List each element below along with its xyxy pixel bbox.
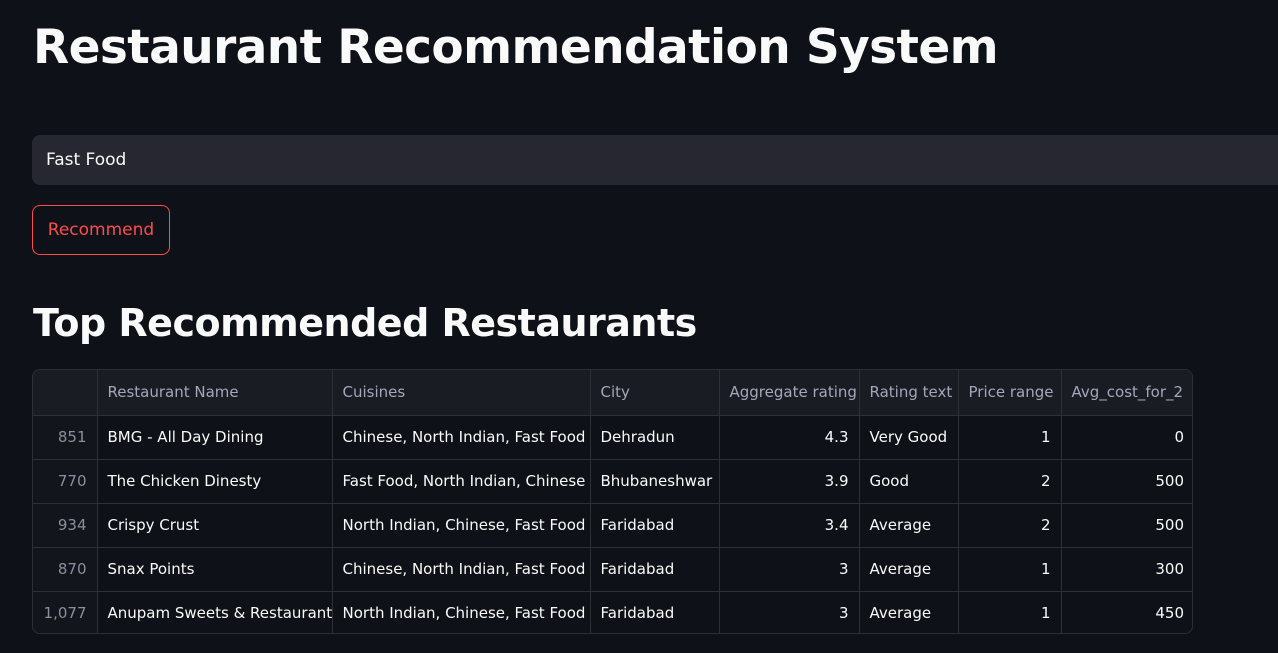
cell-restaurant-name[interactable]: The Chicken Dinesty bbox=[97, 459, 333, 504]
column-header-cuisines[interactable]: Cuisines bbox=[332, 370, 591, 416]
cell-restaurant-name[interactable]: Snax Points bbox=[97, 547, 333, 592]
row-index[interactable]: 770 bbox=[33, 459, 98, 504]
column-header-aggregate-rating[interactable]: Aggregate rating bbox=[719, 370, 860, 416]
cell-city[interactable]: Faridabad bbox=[590, 503, 720, 548]
cell-avg-cost[interactable]: 450 bbox=[1061, 591, 1192, 633]
cell-restaurant-name[interactable]: Crispy Crust bbox=[97, 503, 333, 548]
cell-avg-cost[interactable]: 0 bbox=[1061, 415, 1192, 460]
cell-rating-text[interactable]: Average bbox=[859, 591, 959, 633]
row-index[interactable]: 851 bbox=[33, 415, 98, 460]
cell-cuisines[interactable]: North Indian, Chinese, Fast Food bbox=[332, 591, 591, 633]
row-index[interactable]: 934 bbox=[33, 503, 98, 548]
page-title: Restaurant Recommendation System bbox=[33, 20, 999, 75]
cell-restaurant-name[interactable]: Anupam Sweets & Restaurant bbox=[97, 591, 333, 633]
cell-price-range[interactable]: 1 bbox=[958, 415, 1062, 460]
cell-restaurant-name[interactable]: BMG - All Day Dining bbox=[97, 415, 333, 460]
column-header-avg-cost[interactable]: Avg_cost_for_2 bbox=[1061, 370, 1192, 416]
cell-aggregate-rating[interactable]: 3 bbox=[719, 591, 860, 633]
table-row: 851 BMG - All Day Dining Chinese, North … bbox=[33, 415, 1192, 460]
cell-avg-cost[interactable]: 500 bbox=[1061, 503, 1192, 548]
cell-aggregate-rating[interactable]: 4.3 bbox=[719, 415, 860, 460]
cell-cuisines[interactable]: Fast Food, North Indian, Chinese bbox=[332, 459, 591, 504]
column-header-index[interactable] bbox=[33, 370, 98, 416]
cell-price-range[interactable]: 2 bbox=[958, 503, 1062, 548]
data-table: Restaurant Name Cuisines City Aggregate … bbox=[33, 370, 1192, 633]
table-row: 870 Snax Points Chinese, North Indian, F… bbox=[33, 547, 1192, 592]
cell-rating-text[interactable]: Average bbox=[859, 503, 959, 548]
cell-aggregate-rating[interactable]: 3 bbox=[719, 547, 860, 592]
cell-rating-text[interactable]: Good bbox=[859, 459, 959, 504]
table-row: 770 The Chicken Dinesty Fast Food, North… bbox=[33, 459, 1192, 504]
cell-city[interactable]: Faridabad bbox=[590, 547, 720, 592]
cell-avg-cost[interactable]: 500 bbox=[1061, 459, 1192, 504]
column-header-city[interactable]: City bbox=[590, 370, 720, 416]
column-header-rating-text[interactable]: Rating text bbox=[859, 370, 959, 416]
cell-city[interactable]: Bhubaneshwar bbox=[590, 459, 720, 504]
column-header-price-range[interactable]: Price range bbox=[958, 370, 1062, 416]
cell-cuisines[interactable]: Chinese, North Indian, Fast Food bbox=[332, 415, 591, 460]
cell-aggregate-rating[interactable]: 3.4 bbox=[719, 503, 860, 548]
cell-rating-text[interactable]: Very Good bbox=[859, 415, 959, 460]
column-header-restaurant-name[interactable]: Restaurant Name bbox=[97, 370, 333, 416]
section-title: Top Recommended Restaurants bbox=[33, 301, 697, 345]
cell-cuisines[interactable]: North Indian, Chinese, Fast Food bbox=[332, 503, 591, 548]
cell-cuisines[interactable]: Chinese, North Indian, Fast Food bbox=[332, 547, 591, 592]
table-row: 1,077 Anupam Sweets & Restaurant North I… bbox=[33, 591, 1192, 633]
table-header-row: Restaurant Name Cuisines City Aggregate … bbox=[33, 370, 1192, 416]
recommendations-table[interactable]: Restaurant Name Cuisines City Aggregate … bbox=[32, 369, 1193, 634]
table-row: 934 Crispy Crust North Indian, Chinese, … bbox=[33, 503, 1192, 548]
cuisine-search-input[interactable] bbox=[32, 135, 1278, 185]
cell-price-range[interactable]: 1 bbox=[958, 591, 1062, 633]
cell-rating-text[interactable]: Average bbox=[859, 547, 959, 592]
cell-avg-cost[interactable]: 300 bbox=[1061, 547, 1192, 592]
cell-city[interactable]: Dehradun bbox=[590, 415, 720, 460]
main-content: Restaurant Recommendation System Recomme… bbox=[0, 0, 1278, 653]
row-index[interactable]: 1,077 bbox=[33, 591, 98, 633]
cell-price-range[interactable]: 2 bbox=[958, 459, 1062, 504]
cell-city[interactable]: Faridabad bbox=[590, 591, 720, 633]
recommend-button[interactable]: Recommend bbox=[32, 205, 170, 255]
cell-price-range[interactable]: 1 bbox=[958, 547, 1062, 592]
row-index[interactable]: 870 bbox=[33, 547, 98, 592]
cell-aggregate-rating[interactable]: 3.9 bbox=[719, 459, 860, 504]
